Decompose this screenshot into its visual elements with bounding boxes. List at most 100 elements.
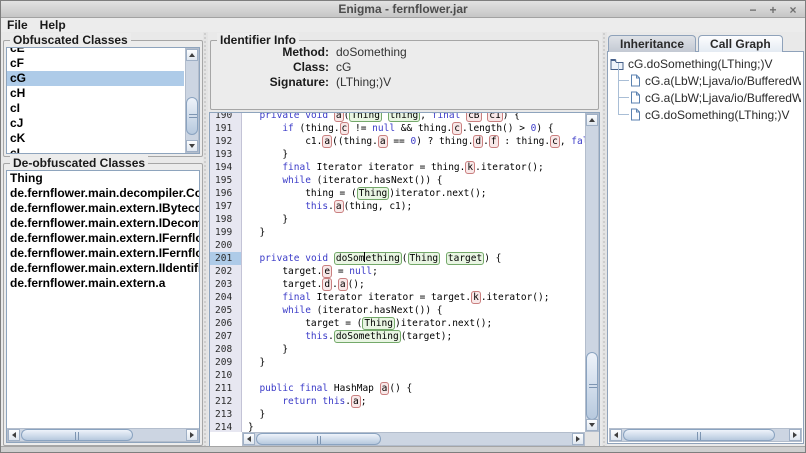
scroll-left-button[interactable] <box>610 429 622 441</box>
list-item[interactable]: de.fernflower.main.extern.IByteco <box>7 201 199 216</box>
horizontal-scrollbar[interactable] <box>7 428 199 442</box>
close-button[interactable]: × <box>787 4 799 16</box>
identifier-token-obfuscated[interactable]: a <box>351 395 361 408</box>
list-item[interactable]: de.fernflower.main.extern.IFernflo <box>7 231 199 246</box>
scroll-right-button[interactable] <box>789 429 801 441</box>
code-line[interactable]: } <box>242 226 265 239</box>
identifier-token-obfuscated[interactable]: a <box>333 200 344 213</box>
identifier-token-obfuscated[interactable]: e <box>322 265 333 278</box>
list-item[interactable]: de.fernflower.main.decompiler.Co <box>7 186 199 201</box>
horizontal-scrollbar[interactable] <box>609 428 802 442</box>
identifier-token-deobfuscated[interactable]: Thing <box>349 113 382 122</box>
identifier-token-obfuscated[interactable]: k <box>465 161 476 174</box>
code-line[interactable]: if (thing. c != null && thing. c .length() … <box>242 122 554 135</box>
scroll-right-button[interactable] <box>186 429 198 441</box>
menu-item-file[interactable]: File <box>7 18 28 32</box>
scroll-up-button[interactable] <box>586 114 598 126</box>
minimize-button[interactable]: − <box>747 4 759 16</box>
code-line[interactable]: while (iterator.hasNext()) { <box>242 174 442 187</box>
identifier-token-obfuscated[interactable]: a <box>379 382 390 395</box>
code-line[interactable]: target. d. a (); <box>242 278 365 291</box>
code-line[interactable]: return this. a; <box>242 395 366 408</box>
vertical-scrollbar[interactable] <box>585 113 599 432</box>
identifier-token-deobfuscated[interactable]: doSomething <box>333 252 402 265</box>
scrollbar-thumb[interactable] <box>623 429 775 441</box>
scroll-left-button[interactable] <box>8 429 20 441</box>
code-line[interactable]: } <box>242 421 254 432</box>
identifier-token-obfuscated[interactable]: k <box>471 291 481 304</box>
identifier-token-deobfuscated[interactable]: target <box>445 252 485 265</box>
code-line[interactable]: } <box>242 356 265 369</box>
tree-item[interactable]: cG.a(LbW;Ljava/io/BufferedWriter <box>610 80 801 106</box>
list-item[interactable]: cJ <box>7 116 184 131</box>
identifier-token-obfuscated[interactable]: d <box>322 278 333 291</box>
scroll-down-button[interactable] <box>186 140 198 152</box>
tree-item[interactable]: cG.doSomething(LThing;)V <box>610 97 801 123</box>
code-line[interactable]: thing = (Thing)iterator.next(); <box>242 187 487 200</box>
code-line[interactable]: } <box>242 343 288 356</box>
identifier-token-obfuscated[interactable]: a <box>322 135 333 148</box>
code-line[interactable]: } <box>242 148 288 161</box>
identifier-token-obfuscated[interactable]: f <box>488 135 499 148</box>
list-item[interactable]: cK <box>7 131 184 146</box>
scroll-left-button[interactable] <box>243 433 255 445</box>
code-line[interactable]: final Iterator iterator = target. k .itera… <box>242 291 549 304</box>
list-item[interactable]: cH <box>7 86 184 101</box>
identifier-token-deobfuscated[interactable]: Thing <box>356 187 390 200</box>
identifier-token-obfuscated[interactable]: cB <box>466 113 482 122</box>
code-line[interactable]: this. doSomething (target); <box>242 330 452 343</box>
identifier-token-deobfuscated[interactable]: thing <box>387 113 421 122</box>
identifier-token-deobfuscated[interactable]: doSomething <box>333 330 401 343</box>
tree-item[interactable]: cG.doSomething(LThing;)V <box>610 55 801 72</box>
code-editor[interactable]: 190 private void a(Thing thing, final cB… <box>209 112 600 447</box>
identifier-token-obfuscated[interactable]: a <box>337 278 348 291</box>
code-line[interactable]: target. e = null; <box>242 265 378 278</box>
code-line[interactable]: public final HashMap a() { <box>242 382 412 395</box>
code-line[interactable] <box>242 239 248 252</box>
code-line[interactable]: final Iterator iterator = thing. k .iterat… <box>242 161 544 174</box>
identifier-token-obfuscated[interactable]: c <box>452 122 462 135</box>
code-line[interactable]: } <box>242 213 288 226</box>
list-item[interactable]: Thing <box>7 171 199 186</box>
list-item[interactable]: cL <box>7 146 184 153</box>
code-line[interactable]: private void a(Thing thing, final cB c1)… <box>242 113 520 122</box>
list-item[interactable]: cG <box>7 71 184 86</box>
code-line[interactable]: target = (Thing)iterator.next(); <box>242 317 492 330</box>
horizontal-scrollbar[interactable] <box>242 432 585 446</box>
list-item[interactable]: de.fernflower.main.extern.a <box>7 276 199 291</box>
scrollbar-thumb[interactable] <box>256 433 381 445</box>
title-bar[interactable]: Enigma - fernflower.jar − + × <box>1 1 805 18</box>
scrollbar-thumb[interactable] <box>586 352 598 420</box>
tab-call-graph[interactable]: Call Graph <box>698 35 783 52</box>
list-item[interactable]: cI <box>7 101 184 116</box>
list-item[interactable]: cF <box>7 56 184 71</box>
maximize-button[interactable]: + <box>767 4 779 16</box>
tree-item[interactable]: cG.a(LbW;Ljava/io/BufferedWriter <box>610 63 801 89</box>
list-item[interactable]: de.fernflower.main.extern.IDecom <box>7 216 199 231</box>
code-line[interactable]: this. a (thing, c1); <box>242 200 412 213</box>
identifier-token-obfuscated[interactable]: a <box>377 135 388 148</box>
scrollbar-thumb[interactable] <box>21 429 133 441</box>
scroll-down-button[interactable] <box>586 419 598 431</box>
scroll-right-button[interactable] <box>572 433 584 445</box>
code-line[interactable]: c1. a ((thing. a == 0) ? thing. d. f : thing.… <box>242 135 585 148</box>
code-line[interactable]: private void doSomething(Thing target) { <box>242 252 501 265</box>
list-item[interactable]: cE <box>7 48 184 56</box>
menu-item-help[interactable]: Help <box>40 18 66 32</box>
identifier-token-obfuscated[interactable]: c <box>550 135 560 148</box>
identifier-token-obfuscated[interactable]: a <box>333 113 344 122</box>
scroll-up-button[interactable] <box>186 49 198 61</box>
identifier-token-deobfuscated[interactable]: Thing <box>407 252 441 265</box>
tab-inheritance[interactable]: Inheritance <box>608 35 697 52</box>
code-line[interactable] <box>242 369 248 382</box>
identifier-token-obfuscated[interactable]: d <box>473 135 484 148</box>
identifier-token-obfuscated[interactable]: c <box>339 122 350 135</box>
identifier-token-deobfuscated[interactable]: Thing <box>362 317 395 330</box>
code-line[interactable]: } <box>242 408 265 421</box>
code-line[interactable]: while (iterator.hasNext()) { <box>242 304 442 317</box>
scrollbar-thumb[interactable] <box>186 97 198 135</box>
identifier-token-obfuscated[interactable]: c1 <box>487 113 503 122</box>
list-item[interactable]: de.fernflower.main.extern.IIdentifi <box>7 261 199 276</box>
vertical-scrollbar[interactable] <box>185 48 199 153</box>
list-item[interactable]: de.fernflower.main.extern.IFernflo <box>7 246 199 261</box>
